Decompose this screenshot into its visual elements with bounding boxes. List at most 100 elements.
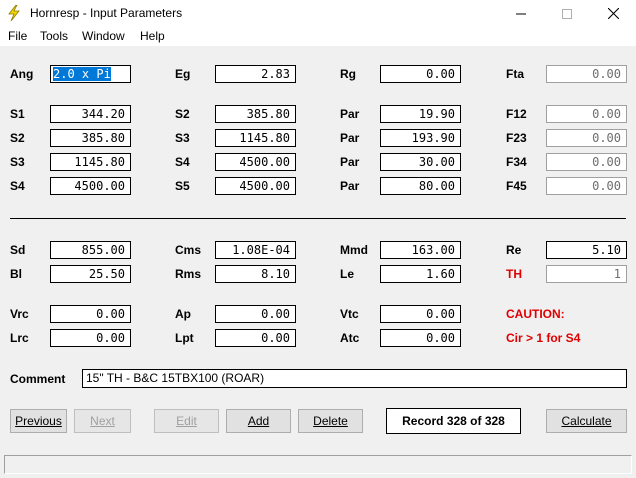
label-par4: Par	[340, 179, 360, 193]
minimize-icon	[516, 13, 526, 14]
f45-field: 0.00	[546, 177, 627, 195]
edit-button[interactable]: Edit	[154, 409, 219, 433]
rms-field[interactable]: 8.10	[215, 265, 296, 283]
label-f45: F45	[506, 179, 527, 193]
re-field[interactable]: 5.10	[546, 241, 627, 259]
s2-top-field[interactable]: 385.80	[215, 105, 296, 123]
label-le: Le	[340, 267, 355, 281]
bl-field[interactable]: 25.50	[50, 265, 131, 283]
edit-button-label: Edit	[176, 414, 197, 428]
vrc-field[interactable]: 0.00	[50, 305, 131, 323]
title-bar: Hornresp - Input Parameters	[0, 0, 636, 27]
menu-bar: File Tools Window Help	[0, 27, 636, 46]
menu-file[interactable]: File	[8, 29, 27, 43]
label-ang: Ang	[10, 67, 34, 81]
label-lpt: Lpt	[175, 331, 194, 345]
label-rms: Rms	[175, 267, 202, 281]
s5-field[interactable]: 4500.00	[215, 177, 296, 195]
delete-button[interactable]: Delete	[298, 409, 363, 433]
label-s4-top: S4	[175, 155, 190, 169]
mmd-field[interactable]: 163.00	[380, 241, 461, 259]
maximize-button[interactable]	[544, 0, 590, 27]
s2-field[interactable]: 385.80	[50, 129, 131, 147]
close-button[interactable]	[590, 0, 636, 27]
label-par1: Par	[340, 107, 360, 121]
next-button[interactable]: Next	[74, 409, 131, 433]
calculate-button[interactable]: Calculate	[546, 409, 627, 433]
cms-field[interactable]: 1.08E-04	[215, 241, 296, 259]
label-s1: S1	[10, 107, 25, 121]
lightning-icon	[8, 5, 20, 21]
section-divider	[10, 218, 626, 219]
record-indicator: Record 328 of 328	[386, 408, 521, 434]
label-vrc: Vrc	[10, 307, 29, 321]
par3-field[interactable]: 30.00	[380, 153, 461, 171]
next-button-label: Next	[90, 414, 115, 428]
par4-field[interactable]: 80.00	[380, 177, 461, 195]
label-vtc: Vtc	[340, 307, 359, 321]
label-re: Re	[506, 243, 522, 257]
s4-top-field[interactable]: 4500.00	[215, 153, 296, 171]
label-sd: Sd	[10, 243, 26, 257]
comment-field[interactable]: 15" TH - B&C 15TBX100 (ROAR)	[82, 369, 627, 388]
label-eg: Eg	[175, 67, 191, 81]
maximize-icon	[562, 8, 572, 19]
eg-field[interactable]: 2.83	[215, 65, 296, 83]
s1-field[interactable]: 344.20	[50, 105, 131, 123]
label-s3: S3	[10, 155, 25, 169]
label-mmd: Mmd	[340, 243, 368, 257]
label-f34: F34	[506, 155, 527, 169]
label-par3: Par	[340, 155, 360, 169]
rg-field[interactable]: 0.00	[380, 65, 461, 83]
sd-field[interactable]: 855.00	[50, 241, 131, 259]
label-rg: Rg	[340, 67, 356, 81]
fta-field: 0.00	[546, 65, 627, 83]
menu-tools[interactable]: Tools	[40, 29, 68, 43]
window-title: Hornresp - Input Parameters	[30, 6, 183, 20]
label-ap: Ap	[175, 307, 191, 321]
label-bl: Bl	[10, 267, 22, 281]
ap-field[interactable]: 0.00	[215, 305, 296, 323]
close-icon	[607, 8, 619, 19]
menu-help[interactable]: Help	[140, 29, 165, 43]
label-atc: Atc	[340, 331, 360, 345]
label-cms: Cms	[175, 243, 202, 257]
calculate-button-label: Calculate	[561, 414, 612, 428]
label-f12: F12	[506, 107, 527, 121]
delete-button-label: Delete	[313, 414, 348, 428]
menu-window[interactable]: Window	[82, 29, 125, 43]
minimize-button[interactable]	[498, 0, 544, 27]
label-th: TH	[506, 267, 522, 281]
f12-field: 0.00	[546, 105, 627, 123]
label-lrc: Lrc	[10, 331, 29, 345]
add-button[interactable]: Add	[226, 409, 291, 433]
status-bar	[4, 455, 632, 474]
par2-field[interactable]: 193.90	[380, 129, 461, 147]
s3-field[interactable]: 1145.80	[50, 153, 131, 171]
label-f23: F23	[506, 131, 527, 145]
s3-top-field[interactable]: 1145.80	[215, 129, 296, 147]
label-s3-top: S3	[175, 131, 190, 145]
label-s2-top: S2	[175, 107, 190, 121]
lpt-field[interactable]: 0.00	[215, 329, 296, 347]
label-par2: Par	[340, 131, 360, 145]
vtc-field[interactable]: 0.00	[380, 305, 461, 323]
previous-button-label: Previous	[15, 414, 62, 428]
add-button-label: Add	[247, 414, 270, 428]
label-s4: S4	[10, 179, 25, 193]
label-s5: S5	[175, 179, 190, 193]
ang-field[interactable]: 2.0 x Pi	[50, 65, 131, 83]
caution-label: CAUTION:	[506, 307, 565, 321]
ang-value: 2.0 x Pi	[53, 67, 111, 81]
atc-field[interactable]: 0.00	[380, 329, 461, 347]
lrc-field[interactable]: 0.00	[50, 329, 131, 347]
le-field[interactable]: 1.60	[380, 265, 461, 283]
comment-label: Comment	[10, 372, 66, 386]
previous-button[interactable]: Previous	[10, 409, 67, 433]
s4-field[interactable]: 4500.00	[50, 177, 131, 195]
par1-field[interactable]: 19.90	[380, 105, 461, 123]
f34-field: 0.00	[546, 153, 627, 171]
th-field: 1	[546, 265, 627, 283]
label-fta: Fta	[506, 67, 524, 81]
f23-field: 0.00	[546, 129, 627, 147]
